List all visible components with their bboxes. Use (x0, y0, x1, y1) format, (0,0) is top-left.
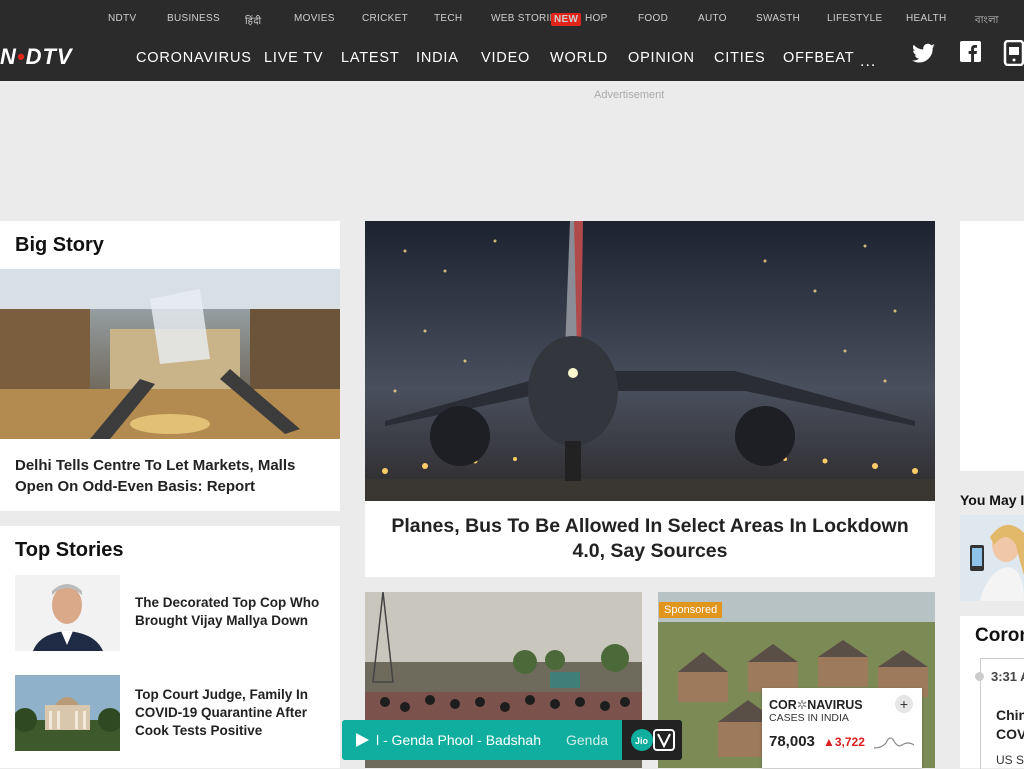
right-ad-card (960, 221, 1024, 471)
expand-icon[interactable]: + (895, 695, 913, 713)
subnav-item-movies[interactable]: MOVIES (294, 13, 335, 24)
covid-case-delta: ▲3,722 (823, 735, 865, 749)
coronavirus-widget[interactable]: COR✲NAVIRUS CASES IN INDIA + 78,003 ▲3,7… (762, 688, 922, 768)
svg-text:Jio: Jio (635, 736, 649, 746)
jiosaavn-logo-panel[interactable]: Jio (622, 720, 682, 760)
new-badge: NEW (551, 13, 582, 26)
top-story-thumbnail[interactable] (15, 575, 120, 651)
facebook-icon[interactable] (959, 40, 985, 66)
play-icon[interactable] (354, 732, 370, 748)
live-update-headline-line-1: Chin (996, 707, 1024, 723)
nav-item-opinion[interactable]: OPINION (628, 50, 695, 66)
covid-widget-subtitle: CASES IN INDIA (769, 712, 849, 724)
subnav-item-hop[interactable]: HOP (585, 13, 608, 24)
nav-item-india[interactable]: INDIA (416, 50, 459, 66)
nav-item-offbeat[interactable]: OFFBEAT (783, 50, 854, 66)
subnav-item-auto[interactable]: AUTO (698, 13, 727, 24)
subnav-item-lifestyle[interactable]: LIFESTYLE (827, 13, 883, 24)
you-may-like-image[interactable] (960, 515, 1024, 601)
nav-item-latest[interactable]: LATEST (341, 50, 400, 66)
covid-case-count: 78,003 (769, 733, 815, 750)
trend-sparkline-icon (874, 737, 914, 749)
subnav-item-health[interactable]: HEALTH (906, 13, 947, 24)
covid-title-a: COR (769, 698, 797, 712)
you-may-like-heading: You May I (960, 492, 1024, 508)
logo-text-a: N (0, 44, 17, 69)
big-story-headline[interactable]: Delhi Tells Centre To Let Markets, Malls… (15, 455, 325, 497)
covid-title-b: NAVIRUS (807, 698, 863, 712)
live-update-subtext: US S (996, 753, 1024, 767)
subnav-item-business[interactable]: BUSINESS (167, 13, 220, 24)
advertisement-label: Advertisement (594, 89, 665, 101)
live-update-time: 3:31 A (991, 669, 1024, 684)
virus-icon: ✲ (796, 698, 808, 712)
subnav-item-swasth[interactable]: SWASTH (756, 13, 800, 24)
app-icon[interactable] (1003, 40, 1024, 66)
timeline-dot (975, 672, 984, 681)
player-track-title: l - Genda Phool - Badshah (376, 732, 541, 748)
sponsored-label: Sponsored (659, 602, 723, 618)
subnav-item-tech[interactable]: TECH (434, 13, 462, 24)
subnav-item-cricket[interactable]: CRICKET (362, 13, 408, 24)
subnav-item-bangla[interactable]: বাংলা (975, 13, 999, 30)
nav-item-video[interactable]: VIDEO (481, 50, 530, 66)
subnav-item-ndtv[interactable]: NDTV (108, 13, 136, 24)
top-story-headline[interactable]: Top Court Judge, Family In COVID-19 Quar… (135, 686, 335, 740)
live-update-headline[interactable]: Chin COV (996, 706, 1024, 744)
jiosaavn-logo-icon: Jio (631, 729, 675, 751)
lead-story-image[interactable] (365, 221, 935, 501)
sub-navigation: NDTV BUSINESS हिंदी MOVIES CRICKET TECH … (0, 0, 1024, 36)
logo-dot: • (16, 44, 26, 69)
covid-widget-title: COR✲NAVIRUS (769, 697, 863, 712)
lead-story-headline[interactable]: Planes, Bus To Be Allowed In Select Area… (380, 514, 920, 564)
site-header: NDTV BUSINESS हिंदी MOVIES CRICKET TECH … (0, 0, 1024, 81)
logo-text-b: DTV (25, 44, 73, 69)
live-update-headline-line-2: COV (996, 726, 1024, 742)
nav-item-world[interactable]: WORLD (550, 50, 608, 66)
big-story-heading: Big Story (15, 234, 104, 256)
subnav-item-food[interactable]: FOOD (638, 13, 668, 24)
nav-item-coronavirus[interactable]: CORONAVIRUS (136, 50, 252, 66)
ndtv-logo[interactable]: N•DTV (0, 44, 73, 70)
top-story-thumbnail[interactable] (15, 675, 120, 751)
top-stories-heading: Top Stories (15, 539, 124, 561)
twitter-icon[interactable] (911, 40, 937, 66)
big-story-image[interactable] (0, 269, 340, 439)
top-story-headline[interactable]: The Decorated Top Cop Who Brought Vijay … (135, 594, 335, 630)
coronavirus-live-heading: Coron (975, 625, 1024, 646)
nav-item-cities[interactable]: CITIES (714, 50, 766, 66)
subnav-item-hindi[interactable]: हिंदी (245, 13, 261, 27)
player-track-next: Genda (566, 732, 609, 748)
nav-item-live-tv[interactable]: LIVE TV (264, 50, 323, 66)
music-player[interactable]: l - Genda Phool - Badshah Genda Jio (342, 720, 682, 760)
more-menu-icon[interactable]: ... (860, 53, 876, 71)
